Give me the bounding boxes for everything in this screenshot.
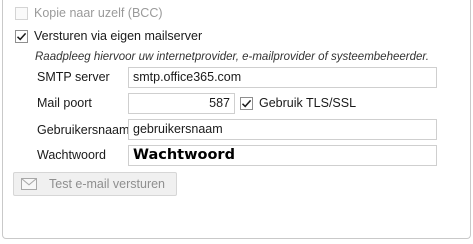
mail-port-input[interactable]: 587: [128, 93, 235, 114]
password-input[interactable]: Wachtwoord: [128, 145, 437, 166]
provider-hint: Raadpleeg hiervoor uw internetprovider, …: [35, 51, 429, 63]
email-settings-panel: Kopie naar uzelf (BCC) Versturen via eig…: [0, 0, 473, 244]
bcc-checkbox[interactable]: [15, 6, 28, 20]
own-server-label: Versturen via eigen mailserver: [34, 29, 203, 43]
tls-option[interactable]: Gebruik TLS/SSL: [240, 96, 356, 110]
tls-label: Gebruik TLS/SSL: [259, 96, 357, 110]
smtp-label: SMTP server: [37, 70, 110, 84]
bcc-label: Kopie naar uzelf (BCC): [34, 6, 163, 20]
password-label: Wachtwoord: [37, 148, 107, 162]
username-input[interactable]: gebruikersnaam: [128, 119, 437, 140]
username-label: Gebruikersnaam: [37, 123, 130, 137]
tls-checkbox[interactable]: [240, 96, 253, 110]
checkmark-icon: [16, 32, 27, 40]
mail-icon: [21, 178, 37, 190]
own-server-option[interactable]: Versturen via eigen mailserver: [15, 29, 202, 43]
port-label: Mail poort: [37, 96, 92, 110]
bcc-option[interactable]: Kopie naar uzelf (BCC): [15, 6, 163, 20]
checkmark-icon: [241, 99, 252, 107]
test-email-button[interactable]: Test e-mail versturen: [13, 172, 177, 196]
test-email-button-label: Test e-mail versturen: [49, 177, 166, 191]
own-server-checkbox[interactable]: [15, 29, 28, 43]
smtp-server-input[interactable]: smtp.office365.com: [128, 67, 437, 88]
